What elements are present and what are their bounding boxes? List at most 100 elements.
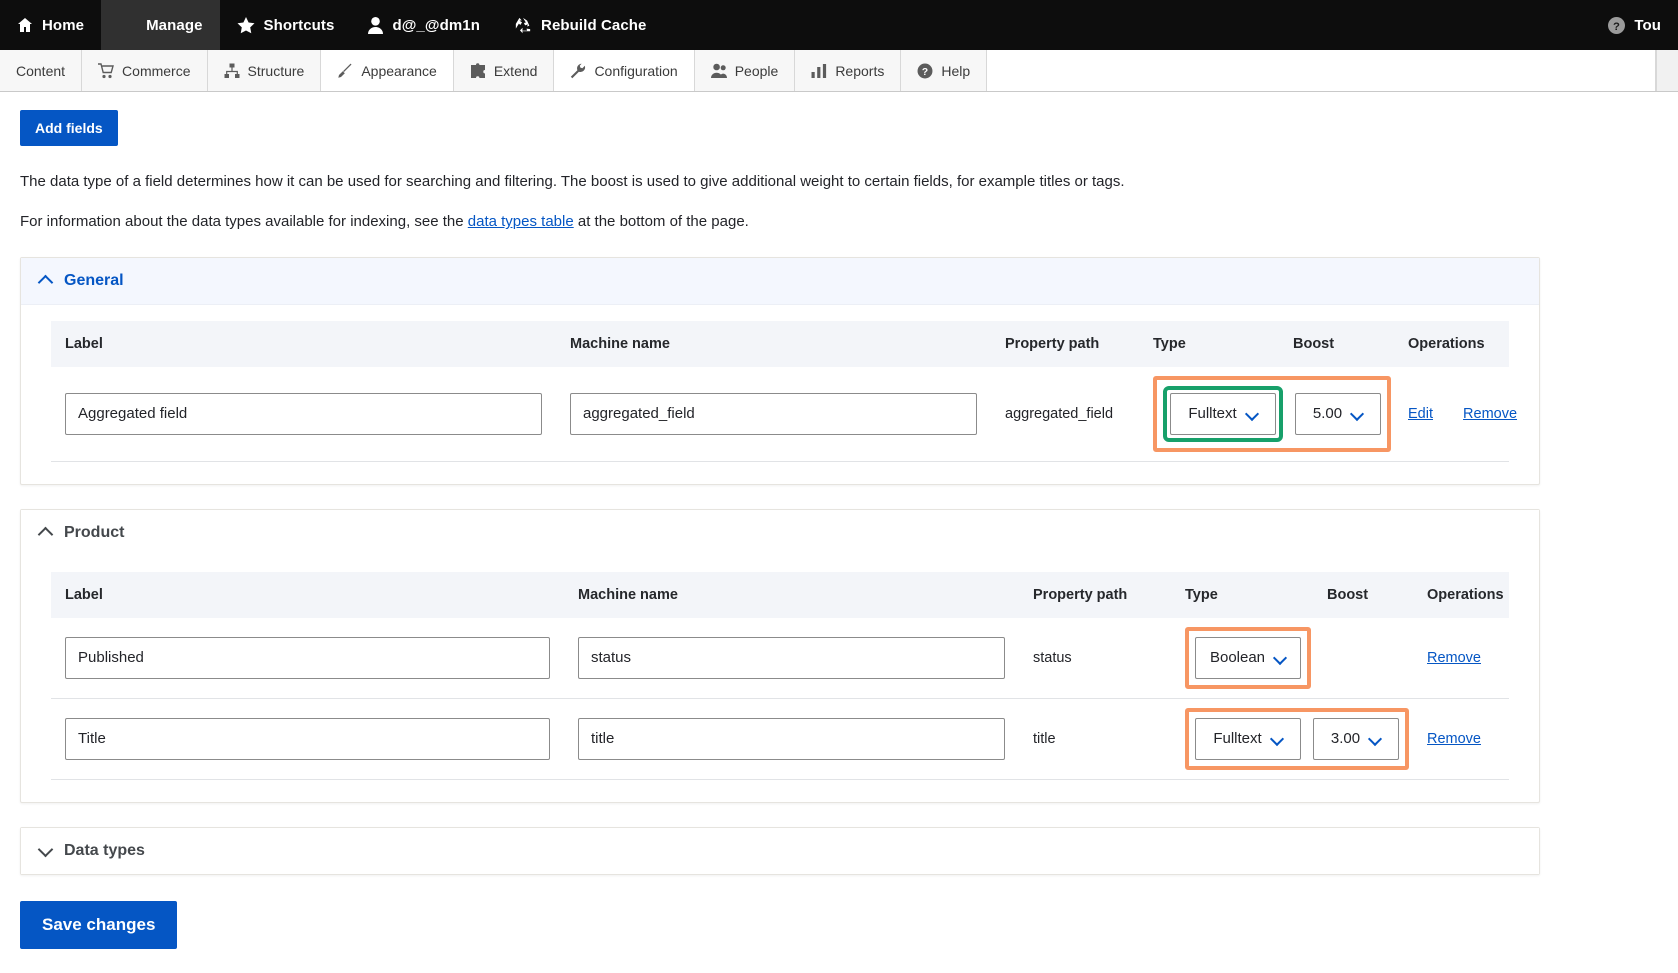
toolbar-item-tour[interactable]: ? Tou	[1591, 0, 1678, 50]
toolbar-item-manage[interactable]: Manage	[101, 0, 220, 50]
toolbar-item-home[interactable]: Home	[0, 0, 101, 50]
remove-link[interactable]: Remove	[1427, 731, 1481, 747]
panel-data-types-title: Data types	[64, 841, 145, 859]
menu-item-reports[interactable]: Reports	[795, 50, 902, 91]
page-content: Add fields The data type of a field dete…	[0, 92, 1678, 973]
panel-product: Product Label Machine name Property path…	[20, 508, 1540, 803]
cell-property-path: status	[1019, 617, 1171, 699]
chevron-up-icon	[39, 274, 53, 288]
menu-item-configuration[interactable]: Configuration	[554, 50, 695, 91]
panel-general-header[interactable]: General	[21, 257, 1539, 305]
toolbar-item-tour-label: Tou	[1634, 16, 1661, 34]
chevron-down-icon	[1370, 733, 1381, 744]
menu-item-extend[interactable]: Extend	[453, 50, 555, 91]
bar-chart-icon	[811, 63, 827, 79]
menu-item-commerce-label: Commerce	[122, 62, 191, 79]
highlight-box-orange-general: Fulltext 5.00	[1153, 375, 1391, 452]
table-header-row: Label Machine name Property path Type Bo…	[51, 571, 1509, 618]
cell-operations: Edit Remove	[1394, 366, 1517, 462]
label-input[interactable]	[65, 636, 550, 679]
boost-select[interactable]: 3.00	[1313, 717, 1399, 760]
label-input[interactable]	[65, 392, 542, 435]
column-header-label: Label	[51, 320, 556, 367]
add-fields-button[interactable]: Add fields	[20, 110, 118, 146]
type-select[interactable]: Boolean	[1195, 636, 1301, 679]
toolbar-item-shortcuts-label: Shortcuts	[263, 16, 335, 34]
cell-boost	[1313, 617, 1413, 699]
type-select[interactable]: Fulltext	[1195, 717, 1301, 760]
svg-text:?: ?	[1613, 20, 1620, 32]
cell-label	[51, 698, 564, 780]
menu-item-commerce[interactable]: Commerce	[82, 50, 208, 91]
recycle-icon	[514, 17, 532, 34]
help-circle-icon: ?	[1608, 16, 1626, 34]
highlight-box-orange-title: Fulltext 3.00	[1185, 707, 1409, 770]
people-icon	[710, 63, 727, 79]
toolbar-item-user-label: d@_@dm1n	[392, 16, 481, 34]
intro-paragraph-1: The data type of a field determines how …	[20, 173, 1125, 190]
wrench-icon	[570, 63, 586, 79]
cell-type-and-boost: Fulltext 5.00	[1139, 366, 1394, 462]
table-body: status Boolean Remove	[51, 617, 1509, 780]
cell-operations: Remove	[1413, 617, 1509, 699]
chevron-down-icon	[39, 844, 53, 858]
remove-link[interactable]: Remove	[1427, 650, 1481, 666]
menu-item-structure[interactable]: Structure	[207, 50, 322, 91]
cell-type-and-boost: Fulltext 3.00	[1171, 698, 1413, 780]
column-header-operations: Operations	[1394, 320, 1509, 367]
cell-label	[51, 366, 556, 462]
type-select[interactable]: Fulltext	[1170, 392, 1276, 435]
column-header-boost: Boost	[1313, 571, 1413, 618]
fields-table-general: Label Machine name Property path Type Bo…	[51, 320, 1517, 462]
panel-general: General Label Machine name Property path…	[20, 256, 1540, 485]
intro-text-after: at the bottom of the page.	[573, 213, 749, 231]
machine-name-input[interactable]	[570, 392, 977, 435]
cell-property-path: title	[1019, 698, 1171, 780]
cell-operations: Remove	[1413, 698, 1509, 780]
panel-product-title: Product	[64, 523, 125, 541]
machine-name-input[interactable]	[578, 636, 1005, 679]
cell-type: Boolean	[1171, 617, 1313, 699]
panel-product-body: Label Machine name Property path Type Bo…	[21, 556, 1539, 802]
panel-general-body: Label Machine name Property path Type Bo…	[21, 305, 1539, 484]
menu-item-content[interactable]: Content	[0, 50, 83, 91]
machine-name-input[interactable]	[578, 717, 1005, 760]
puzzle-icon	[470, 62, 486, 79]
highlight-box-green-type: Fulltext	[1163, 385, 1283, 442]
column-header-property-path: Property path	[1019, 571, 1171, 618]
toolbar-item-rebuild-cache[interactable]: Rebuild Cache	[497, 0, 664, 50]
column-header-label: Label	[51, 571, 564, 618]
menu-item-help[interactable]: ? Help	[901, 50, 988, 91]
table-row: title Fulltext 3.00	[51, 698, 1509, 780]
structure-icon	[224, 63, 240, 79]
home-icon	[17, 17, 33, 33]
chevron-down-icon	[1247, 408, 1258, 419]
edit-link[interactable]: Edit	[1408, 406, 1433, 422]
toolbar-item-shortcuts[interactable]: Shortcuts	[220, 0, 352, 50]
toolbar-item-rebuild-cache-label: Rebuild Cache	[541, 16, 647, 34]
table-row: aggregated_field Fulltext	[51, 366, 1517, 462]
table-row: status Boolean Remove	[51, 617, 1509, 699]
menu-item-appearance[interactable]: Appearance	[321, 50, 454, 91]
label-input[interactable]	[65, 717, 550, 760]
cell-label	[51, 617, 564, 699]
menu-item-people[interactable]: People	[694, 50, 796, 91]
panel-product-header[interactable]: Product	[21, 509, 1539, 556]
fields-table-product: Label Machine name Property path Type Bo…	[51, 571, 1509, 780]
menu-filler	[987, 50, 1656, 91]
menu-item-reports-label: Reports	[835, 62, 885, 79]
toolbar-item-user[interactable]: d@_@dm1n	[351, 0, 497, 50]
menu-item-configuration-label: Configuration	[594, 62, 678, 79]
chevron-down-icon	[1275, 652, 1286, 663]
highlight-box-orange-status-type: Boolean	[1185, 626, 1311, 689]
panel-data-types-header[interactable]: Data types	[21, 827, 1539, 874]
boost-select[interactable]: 5.00	[1295, 392, 1381, 435]
data-types-table-link[interactable]: data types table	[468, 213, 574, 230]
panel-data-types: Data types	[20, 826, 1540, 875]
remove-link[interactable]: Remove	[1463, 406, 1517, 422]
column-header-operations: Operations	[1413, 571, 1509, 618]
save-changes-button[interactable]: Save changes	[20, 900, 178, 949]
menu-item-content-label: Content	[16, 62, 66, 79]
column-header-boost: Boost	[1279, 320, 1394, 367]
chevron-up-icon	[39, 526, 53, 540]
